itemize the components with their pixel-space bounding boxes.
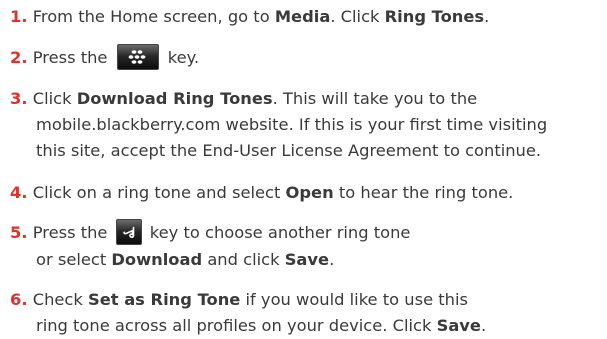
step-text: Check — [32, 290, 88, 309]
escape-key-icon — [115, 218, 142, 245]
step-text: mobile.blackberry.com website. If this i… — [36, 115, 548, 134]
step-text: key. — [162, 48, 200, 67]
download-ring-tones-label: Download Ring Tones — [76, 89, 273, 108]
save-label: Save — [436, 316, 481, 335]
blackberry-menu-key-icon — [116, 43, 159, 70]
step-4: 4. Click on a ring tone and select Open … — [10, 180, 513, 206]
step-number: 2. — [10, 48, 28, 67]
step-text: if you would like to use this — [240, 290, 468, 309]
media-label: Media — [274, 7, 331, 26]
step-number: 3. — [10, 89, 28, 108]
step-text: . — [484, 7, 490, 26]
open-label: Open — [285, 183, 334, 202]
step-text: From the Home screen, go to — [32, 7, 275, 26]
step-number: 6. — [10, 290, 28, 309]
step-text: this site, accept the End-User License A… — [36, 141, 542, 160]
step-text: to hear the ring tone. — [333, 183, 514, 202]
step-text: and click — [202, 249, 285, 269]
download-label: Download — [111, 249, 203, 269]
step-number: 5. — [10, 223, 28, 242]
step-text: . — [329, 249, 335, 269]
step-text: Press the — [32, 48, 113, 67]
step-text: Click on a ring tone and select — [32, 183, 286, 202]
step-text: key to choose another ring tone — [144, 223, 411, 242]
step-text: . Click — [330, 7, 385, 26]
step-3: 3. Click Download Ring Tones. This will … — [10, 86, 547, 164]
set-as-ring-tone-label: Set as Ring Tone — [87, 290, 241, 309]
ring-tones-label: Ring Tones — [384, 7, 485, 26]
step-text: . — [480, 316, 487, 335]
step-text: ring tone across all profiles on your de… — [36, 316, 437, 335]
step-number: 4. — [10, 183, 28, 202]
step-1: 1. From the Home screen, go to Media. Cl… — [10, 4, 489, 30]
step-5: 5. Press the key to choose another ring … — [10, 218, 411, 273]
step-6: 6. Check Set as Ring Tone if you would l… — [10, 287, 486, 339]
save-label: Save — [284, 249, 330, 269]
step-text: Click — [32, 89, 77, 108]
step-text: Press the — [32, 223, 113, 242]
step-text: or select — [36, 249, 112, 269]
step-number: 1. — [10, 7, 28, 26]
step-2: 2. Press the key. — [10, 43, 200, 72]
step-text: . This will take you to the — [272, 89, 478, 108]
